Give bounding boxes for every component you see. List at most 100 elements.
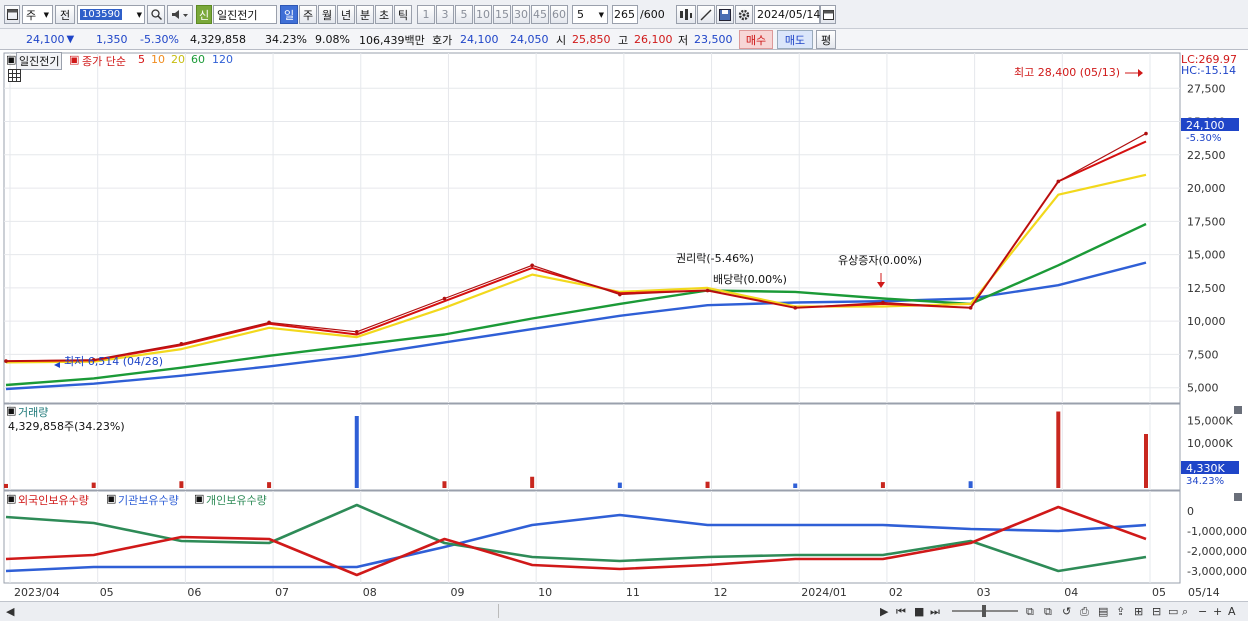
ma-5-label[interactable]: 5: [138, 53, 145, 66]
price-tick-label: 10,000: [1187, 315, 1226, 328]
stop-icon[interactable]: ■: [914, 605, 924, 618]
current-price-tag-text: 24,100: [1186, 119, 1225, 132]
volume-bar: [1056, 411, 1061, 488]
calendar-icon[interactable]: [820, 5, 836, 24]
reset-icon[interactable]: ↺: [1062, 605, 1071, 618]
chart-type-icon[interactable]: ⊟: [1152, 605, 1161, 618]
volume-panel-frame: [3, 403, 1181, 491]
period-tick[interactable]: 틱: [394, 5, 412, 24]
date-input[interactable]: 2024/05/14: [754, 5, 820, 24]
x-tick-label: 03: [977, 586, 991, 599]
scroll-left-icon[interactable]: ◀: [6, 605, 14, 618]
ma-60-label[interactable]: 60: [191, 53, 205, 66]
pattern-icon[interactable]: ⊞: [1134, 605, 1143, 618]
zoom-slider-handle[interactable]: [982, 605, 986, 617]
ma-120-label[interactable]: 120: [212, 53, 233, 66]
close-price-point: [968, 306, 973, 310]
volume-bar: [4, 483, 8, 488]
layout-icon[interactable]: ⧉: [1026, 605, 1034, 619]
interval-input[interactable]: 5 ▼: [572, 5, 608, 24]
interval-10[interactable]: 10: [474, 5, 492, 24]
stock-label[interactable]: 일진전기: [16, 52, 63, 70]
misc-button[interactable]: 평: [816, 30, 836, 49]
window-icon[interactable]: ▭: [1168, 605, 1178, 618]
volume-bar: [1144, 434, 1148, 488]
count-input[interactable]: 265: [612, 5, 638, 24]
search-icon[interactable]: ⌕: [1182, 605, 1188, 619]
chevron-down-icon: ▼: [598, 10, 604, 19]
x-tick-label: 05/14: [1188, 586, 1220, 599]
last-page-icon[interactable]: ⏭: [930, 605, 940, 619]
panel-marker-icon: ▣: [106, 492, 117, 505]
volume-tick-label: 15,000K: [1187, 415, 1233, 428]
chart-canvas[interactable]: 27,50025,00022,50020,00017,50015,00012,5…: [0, 51, 1248, 601]
x-tick-label: 12: [714, 586, 728, 599]
individual-holdings-label[interactable]: 개인보유수량: [206, 492, 267, 508]
ma-10-label[interactable]: 10: [151, 53, 165, 66]
scroll-track[interactable]: [498, 604, 878, 618]
search-icon[interactable]: [147, 5, 165, 24]
chart-tools-icon[interactable]: [676, 5, 696, 24]
table-icon[interactable]: ▤: [1098, 605, 1108, 618]
interval-45[interactable]: 45: [531, 5, 549, 24]
copy-icon[interactable]: ⧉: [1044, 605, 1052, 619]
first-page-icon[interactable]: ⏮: [896, 605, 906, 619]
interval-3[interactable]: 3: [436, 5, 454, 24]
chart-scrollbar[interactable]: ◀ ▶ ⏮ ■ ⏭ ⧉ ⧉ ↺ ⎙ ▤ ⇪ ⊞ ⊟ ▭ ⌕ − + A: [0, 601, 1248, 621]
close-price-point: [179, 341, 184, 346]
x-tick-label: 11: [626, 586, 640, 599]
scroll-right-icon[interactable]: ▶: [880, 605, 888, 618]
quote-strip: 24,100 ▼ 1,350 -5.30% 4,329,858 34.23% 9…: [0, 29, 1248, 50]
period-year[interactable]: 년: [337, 5, 355, 24]
period-second[interactable]: 초: [375, 5, 393, 24]
auto-scale-icon[interactable]: A: [1228, 605, 1236, 618]
stock-code-input[interactable]: 103590 ▼: [77, 5, 145, 24]
close-price-point: [354, 330, 359, 334]
interval-5[interactable]: 5: [455, 5, 473, 24]
ma-20-label[interactable]: 20: [171, 53, 185, 66]
print-icon[interactable]: ⎙: [1080, 605, 1089, 619]
save-icon[interactable]: [716, 5, 734, 24]
chart-area[interactable]: 27,50025,00022,50020,00017,50015,00012,5…: [0, 51, 1248, 621]
period-day[interactable]: 일: [280, 5, 298, 24]
institution-holdings-label[interactable]: 기관보유수량: [118, 492, 179, 508]
interval-30[interactable]: 30: [512, 5, 530, 24]
sound-icon[interactable]: [167, 5, 193, 24]
grid-toggle-icon[interactable]: [8, 69, 21, 85]
close-panel-icon[interactable]: [1234, 406, 1242, 414]
new-badge: 신: [196, 5, 212, 24]
x-tick-label: 10: [538, 586, 552, 599]
prev-button[interactable]: 전: [55, 5, 75, 24]
stock-code-value: 103590: [80, 9, 123, 20]
price-tick-label: 12,500: [1187, 282, 1226, 295]
volume-bar: [968, 481, 973, 488]
export-icon[interactable]: ⇪: [1116, 605, 1125, 618]
x-tick-label: 05: [100, 586, 114, 599]
period-week[interactable]: 주: [299, 5, 317, 24]
period-month[interactable]: 월: [318, 5, 336, 24]
interval-60[interactable]: 60: [550, 5, 568, 24]
draw-line-icon[interactable]: [697, 5, 715, 24]
settings-gear-icon[interactable]: [735, 5, 753, 24]
panel-marker-icon: ▣: [6, 404, 17, 417]
sell-button[interactable]: 매도: [777, 30, 813, 49]
zoom-out-icon[interactable]: −: [1198, 605, 1207, 618]
zoom-in-icon[interactable]: +: [1213, 605, 1222, 618]
buy-button[interactable]: 매수: [739, 30, 773, 49]
interval-1[interactable]: 1: [417, 5, 435, 24]
close-panel-icon[interactable]: [1234, 493, 1242, 501]
current-volume-pct-text: 34.23%: [1186, 476, 1224, 487]
window-icon[interactable]: [4, 5, 20, 24]
close-price-point: [881, 300, 885, 305]
bid-price: 24,050: [510, 33, 549, 46]
foreign-holdings-label[interactable]: 외국인보유수량: [18, 492, 89, 508]
volume-bar: [179, 481, 184, 488]
open-price: 25,850: [572, 33, 611, 46]
period-minute[interactable]: 분: [356, 5, 374, 24]
ma-title[interactable]: 종가 단순: [82, 53, 126, 69]
interval-15[interactable]: 15: [493, 5, 511, 24]
market-select[interactable]: 주 ▼: [22, 5, 53, 24]
close-price-point: [1056, 179, 1061, 184]
x-tick-label: 02: [889, 586, 903, 599]
stock-name-field[interactable]: 일진전기: [213, 5, 277, 24]
